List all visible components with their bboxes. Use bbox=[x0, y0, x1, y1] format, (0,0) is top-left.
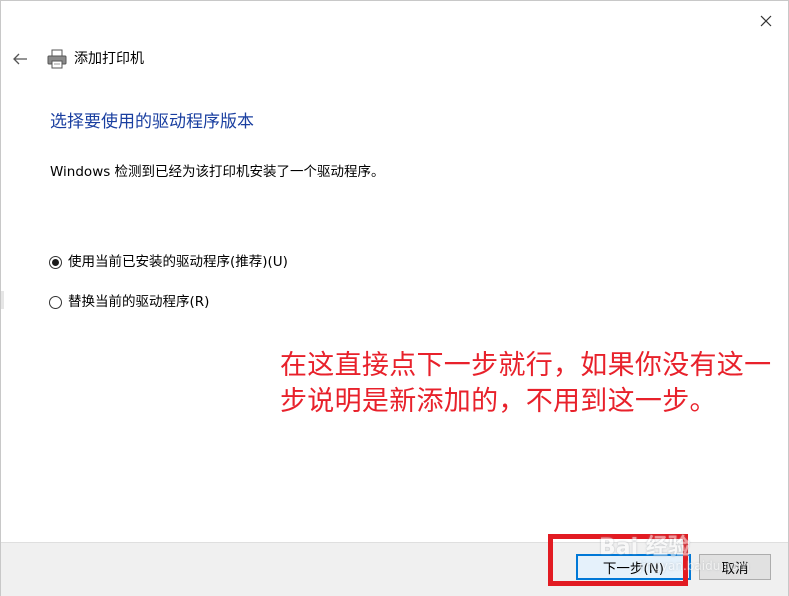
left-edge-mark bbox=[1, 291, 4, 309]
back-button[interactable] bbox=[9, 48, 31, 70]
option-label: 替换当前的驱动程序(R) bbox=[68, 294, 210, 310]
close-icon bbox=[760, 15, 772, 27]
description-text: Windows 检测到已经为该打印机安装了一个驱动程序。 bbox=[50, 164, 385, 180]
back-arrow-icon bbox=[13, 53, 27, 65]
footer-bar: 下一步(N) 取消 bbox=[1, 542, 788, 596]
cancel-button[interactable]: 取消 bbox=[699, 554, 771, 580]
page-title: 选择要使用的驱动程序版本 bbox=[50, 112, 254, 132]
option-use-current-driver[interactable]: 使用当前已安装的驱动程序(推荐)(U) bbox=[49, 252, 288, 272]
annotation-text: 在这直接点下一步就行，如果你没有这一步说明是新添加的，不用到这一步。 bbox=[280, 350, 772, 417]
next-button[interactable]: 下一步(N) bbox=[576, 554, 691, 580]
close-button[interactable] bbox=[752, 9, 780, 33]
printer-icon bbox=[46, 48, 68, 70]
option-label: 使用当前已安装的驱动程序(推荐)(U) bbox=[68, 254, 288, 270]
dialog-title: 添加打印机 bbox=[74, 51, 144, 67]
radio-unselected[interactable] bbox=[49, 295, 62, 309]
radio-selected[interactable] bbox=[49, 255, 62, 269]
option-replace-driver[interactable]: 替换当前的驱动程序(R) bbox=[49, 292, 209, 312]
add-printer-dialog: 添加打印机 选择要使用的驱动程序版本 Windows 检测到已经为该打印机安装了… bbox=[0, 0, 789, 596]
